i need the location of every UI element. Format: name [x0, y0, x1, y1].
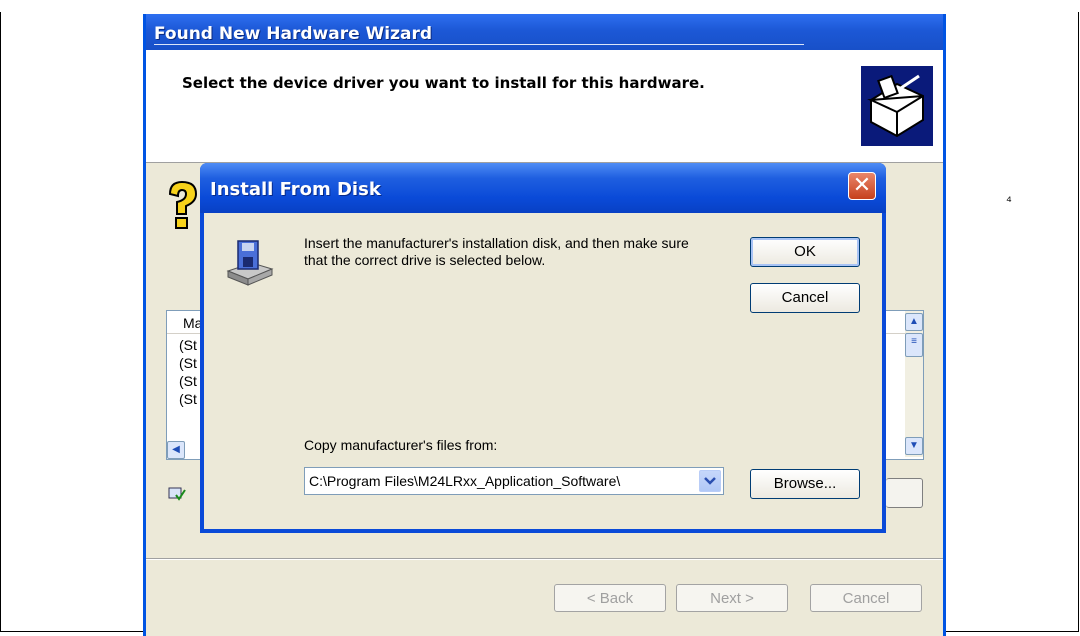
wizard-title: Found New Hardware Wizard: [154, 24, 433, 44]
ok-button[interactable]: OK: [750, 237, 860, 267]
cancel-button[interactable]: Cancel: [750, 283, 860, 313]
clipped-link-fragment: ₄: [1006, 188, 1012, 204]
browse-button[interactable]: Browse...: [750, 469, 860, 499]
scroll-down-icon[interactable]: ▼: [905, 437, 923, 455]
list-item[interactable]: (St: [179, 373, 197, 389]
scroll-thumb[interactable]: ≡: [905, 333, 923, 357]
list-item[interactable]: (St: [179, 355, 197, 371]
have-disk-button[interactable]: [886, 478, 923, 508]
list-item[interactable]: (St: [179, 391, 197, 407]
question-mark-icon: [168, 180, 198, 229]
signed-driver-icon: [168, 487, 186, 501]
list-vertical-scrollbar[interactable]: ▲ ≡ ▼: [905, 311, 923, 457]
path-value[interactable]: C:\Program Files\M24LRxx_Application_Sof…: [309, 473, 620, 489]
path-combobox[interactable]: C:\Program Files\M24LRxx_Application_Sof…: [304, 467, 724, 495]
figure-top-strip: [0, 0, 1080, 12]
wizard-separator: [146, 558, 943, 560]
title-highlight: [154, 44, 804, 45]
floppy-disk-drive-icon: [226, 240, 274, 286]
hardware-icon: [861, 66, 933, 146]
back-button[interactable]: < Back: [554, 584, 666, 612]
wizard-cancel-button[interactable]: Cancel: [810, 584, 922, 612]
list-item[interactable]: (St: [179, 337, 197, 353]
wizard-header: Select the device driver you want to ins…: [146, 50, 943, 163]
dialog-title: Install From Disk: [210, 179, 381, 200]
chevron-down-icon[interactable]: [699, 470, 721, 492]
install-from-disk-dialog: Install From Disk ✕ Insert the manufactu…: [200, 163, 886, 533]
wizard-heading: Select the device driver you want to ins…: [182, 74, 705, 92]
wizard-titlebar[interactable]: Found New Hardware Wizard: [146, 14, 943, 50]
scroll-left-icon[interactable]: ◀: [167, 441, 185, 459]
copy-from-label: Copy manufacturer's files from:: [304, 437, 498, 453]
dialog-body: Insert the manufacturer's installation d…: [204, 213, 882, 529]
dialog-titlebar[interactable]: Install From Disk ✕: [200, 163, 886, 213]
next-button[interactable]: Next >: [676, 584, 788, 612]
scroll-up-icon[interactable]: ▲: [905, 313, 923, 331]
instruction-text: Insert the manufacturer's installation d…: [304, 235, 689, 268]
close-icon[interactable]: ✕: [848, 172, 876, 200]
